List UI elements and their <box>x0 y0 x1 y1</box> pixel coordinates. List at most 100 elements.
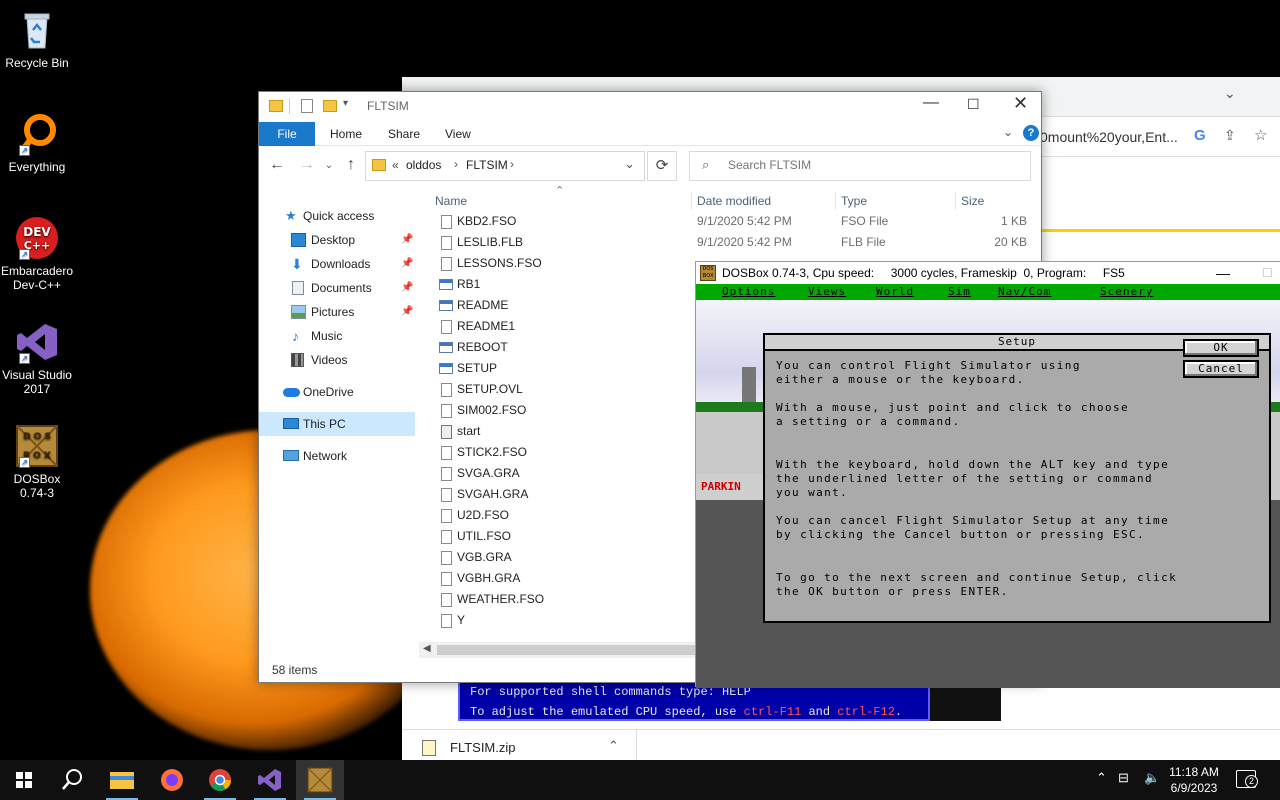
nav-desktop[interactable]: Desktop 📌 <box>259 228 419 252</box>
nav-music[interactable]: ♪ Music <box>259 324 419 348</box>
dialog-paragraph: To go to the next screen and continue Se… <box>776 571 1178 598</box>
help-icon[interactable]: ? <box>1023 125 1039 141</box>
quick-access-toolbar-dropdown-icon[interactable]: ▾ <box>343 98 348 109</box>
column-separator[interactable] <box>835 192 836 210</box>
pin-icon[interactable]: 📌 <box>401 228 413 252</box>
taskbar-search-button[interactable] <box>48 760 96 800</box>
download-menu-chevron-icon[interactable]: ⌃ <box>608 738 619 754</box>
column-name[interactable]: Name <box>435 190 467 212</box>
nav-videos[interactable]: Videos <box>259 348 419 372</box>
nav-downloads[interactable]: ⬇ Downloads 📌 <box>259 252 419 276</box>
new-folder-icon[interactable] <box>323 100 337 112</box>
address-bar[interactable]: « olddos › FLTSIM › ⌄ <box>365 151 645 181</box>
breadcrumb-fltsim[interactable]: FLTSIM <box>466 158 508 172</box>
google-icon[interactable]: G <box>1194 127 1206 144</box>
back-button[interactable]: ← <box>267 156 287 174</box>
file-icon <box>441 467 452 481</box>
file-name: U2D.FSO <box>457 508 510 522</box>
start-button[interactable] <box>0 760 48 800</box>
file-row[interactable]: KBD2.FSO 9/1/2020 5:42 PM FSO File 1 KB <box>419 211 1041 232</box>
bookmark-star-icon[interactable]: ☆ <box>1254 126 1267 144</box>
divider <box>289 98 290 114</box>
search-box[interactable]: ⌕ <box>689 151 1031 181</box>
column-date-modified[interactable]: Date modified <box>697 190 771 212</box>
recent-locations-chevron-icon[interactable]: ⌄ <box>319 160 339 171</box>
tab-view[interactable]: View <box>432 122 484 146</box>
nav-documents[interactable]: Documents 📌 <box>259 276 419 300</box>
breadcrumb-separator-icon[interactable]: › <box>454 157 458 171</box>
search-icon: ⌕ <box>702 157 710 172</box>
column-separator[interactable] <box>955 192 956 210</box>
maximize-button[interactable]: ☐ <box>1262 262 1273 284</box>
desktop-icon-label: Recycle Bin <box>5 56 69 70</box>
column-size[interactable]: Size <box>961 190 984 212</box>
forward-button[interactable]: → <box>297 156 317 174</box>
minimize-button[interactable]: — <box>923 94 939 112</box>
desktop-icon-recycle-bin[interactable]: Recycle Bin <box>0 8 74 70</box>
menu-views[interactable]: Views <box>808 284 846 300</box>
pictures-icon <box>291 305 306 319</box>
up-button[interactable]: ↑ <box>341 156 361 174</box>
nav-label: Downloads <box>311 257 371 271</box>
pin-icon[interactable]: 📌 <box>401 252 413 276</box>
pin-icon[interactable]: 📌 <box>401 276 413 300</box>
dosbox-title-bar[interactable]: DOS BOX DOSBox 0.74-3, Cpu speed: 3000 cy… <box>696 262 1280 284</box>
desktop-icon-visual-studio[interactable]: ↗ Visual Studio 2017 <box>0 320 74 396</box>
scroll-left-arrow-icon[interactable]: ◀ <box>423 643 431 654</box>
explorer-title-bar[interactable]: ▾ FLTSIM — ☐ ✕ <box>259 92 1041 122</box>
dosbox-window[interactable]: DOS BOX DOSBox 0.74-3, Cpu speed: 3000 cy… <box>695 261 1280 688</box>
maximize-button[interactable]: ☐ <box>967 96 980 113</box>
volume-muted-icon[interactable]: 🔈 <box>1144 770 1160 786</box>
ribbon-expand-chevron-icon[interactable]: ⌄ <box>1003 125 1013 139</box>
taskbar-file-explorer[interactable] <box>98 760 146 800</box>
tab-file[interactable]: File <box>259 122 315 146</box>
desktop-icon-dosbox[interactable]: D O SB O X ↗ DOSBox 0.74-3 <box>0 424 74 500</box>
tab-share[interactable]: Share <box>375 122 433 146</box>
nav-network[interactable]: Network <box>259 444 419 468</box>
nav-quick-access[interactable]: ★ Quick access <box>259 204 419 228</box>
address-url[interactable]: 0mount%20your,Ent... <box>1040 129 1178 145</box>
system-clock[interactable]: 11:18 AM 6/9/2023 <box>1166 764 1222 796</box>
network-status-icon[interactable]: ⊟ <box>1118 770 1129 786</box>
menu-world[interactable]: World <box>876 284 914 300</box>
minimize-button[interactable]: — <box>1216 262 1230 284</box>
address-dropdown-chevron-icon[interactable]: ⌄ <box>624 156 635 172</box>
menu-options[interactable]: Options <box>722 284 775 300</box>
breadcrumb-overflow[interactable]: « <box>392 158 399 172</box>
close-button[interactable]: ✕ <box>1013 93 1028 114</box>
nav-pictures[interactable]: Pictures 📌 <box>259 300 419 324</box>
share-icon[interactable]: ⇪ <box>1224 127 1236 144</box>
dialog-paragraph: With the keyboard, hold down the ALT key… <box>776 458 1170 499</box>
file-name: UTIL.FSO <box>457 529 512 543</box>
file-row[interactable]: LESLIB.FLB 9/1/2020 5:42 PM FLB File 20 KB <box>419 232 1041 253</box>
taskbar-visual-studio[interactable] <box>246 760 294 800</box>
shortcut-arrow-icon: ↗ <box>19 353 30 364</box>
tab-search-chevron-icon[interactable]: ⌄ <box>1224 85 1236 102</box>
tab-home[interactable]: Home <box>317 122 375 146</box>
column-type[interactable]: Type <box>841 190 867 212</box>
taskbar-chrome[interactable] <box>196 760 244 800</box>
nav-onedrive[interactable]: OneDrive <box>259 380 419 404</box>
desktop-icon-everything[interactable]: ↗ Everything <box>0 112 74 174</box>
column-separator[interactable] <box>691 192 692 210</box>
taskbar-firefox[interactable] <box>148 760 196 800</box>
search-input[interactable] <box>728 158 1018 172</box>
menu-scenery[interactable]: Scenery <box>1100 284 1153 300</box>
refresh-button[interactable]: ⟳ <box>647 151 677 181</box>
action-center-icon[interactable]: 2 <box>1236 770 1258 788</box>
menu-nav-com[interactable]: Nav/Com <box>998 284 1051 300</box>
dosbox-screen[interactable]: Options Views World Sim Nav/Com Scenery … <box>696 284 1280 688</box>
breadcrumb-separator-icon[interactable]: › <box>510 157 514 171</box>
cancel-button[interactable]: Cancel <box>1183 360 1259 378</box>
nav-this-pc[interactable]: This PC <box>259 412 415 436</box>
ok-button[interactable]: OK <box>1183 339 1259 357</box>
download-filename[interactable]: FLTSIM.zip <box>450 740 516 755</box>
nav-label: Network <box>303 449 348 463</box>
desktop-icon-devcpp[interactable]: DEV C++ ↗ Embarcadero Dev-C++ <box>0 216 74 292</box>
pin-icon[interactable]: 📌 <box>401 300 413 324</box>
properties-icon[interactable] <box>301 99 313 113</box>
menu-sim[interactable]: Sim <box>948 284 971 300</box>
taskbar-dosbox[interactable] <box>296 760 344 800</box>
breadcrumb-olddos[interactable]: olddos <box>406 158 441 172</box>
show-hidden-icons-chevron-icon[interactable]: ⌃ <box>1096 770 1107 786</box>
